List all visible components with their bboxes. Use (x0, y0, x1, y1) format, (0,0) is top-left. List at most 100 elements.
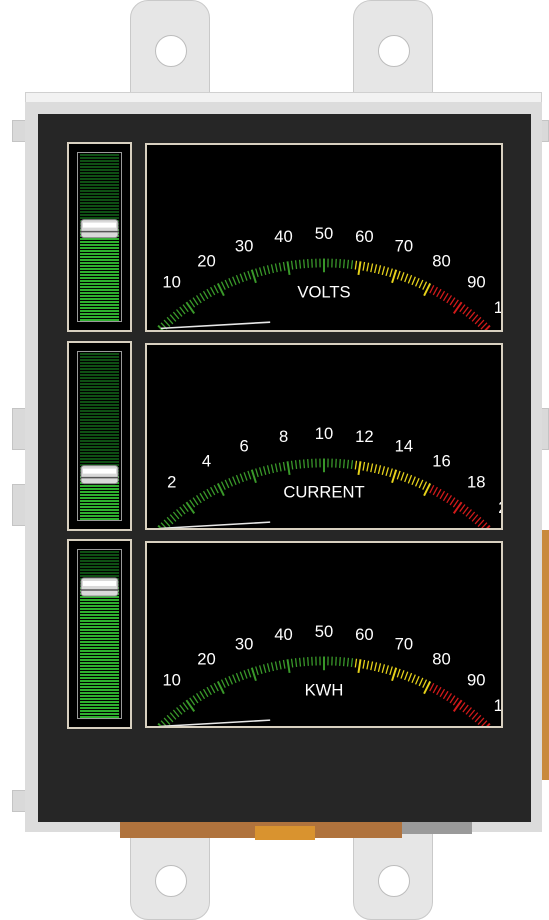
meter-label: CURRENT (283, 483, 364, 502)
slider-bar (80, 428, 119, 430)
scale-tick (258, 267, 263, 277)
scale-tick (391, 469, 398, 484)
slider-bar (80, 250, 119, 252)
slider-bar (80, 509, 119, 511)
meter-needle (160, 521, 271, 528)
slider-bar (80, 398, 119, 400)
scale-tick (377, 265, 382, 275)
scale-tick (192, 297, 199, 306)
scale-tick (400, 670, 405, 679)
slider-bar (80, 602, 119, 604)
scale-tick (396, 470, 401, 480)
scale-tick (468, 709, 476, 718)
scale-label: 2 (167, 472, 176, 491)
slider-bar (80, 668, 119, 670)
slider-bar (80, 289, 119, 291)
slider-bar (80, 446, 119, 448)
slider-bar (80, 512, 119, 514)
scale-tick (407, 474, 413, 484)
scale-tick (415, 278, 420, 287)
scale-tick (160, 522, 167, 528)
mounting-hole (378, 35, 410, 67)
scale-tick (232, 476, 237, 486)
scale-tick (477, 717, 485, 725)
slider-bar (80, 557, 119, 559)
scale-tick (220, 281, 226, 290)
scale-tick (243, 472, 248, 481)
scale-tick (377, 663, 382, 673)
slider-track[interactable] (77, 351, 122, 521)
slider-track[interactable] (77, 549, 122, 719)
slider-bar (80, 605, 119, 607)
slider-current[interactable] (67, 341, 132, 531)
scale-tick (339, 259, 341, 268)
slider-bar (80, 455, 119, 457)
scale-label: 100 (494, 298, 501, 317)
scale-tick (462, 306, 469, 315)
scale-tick (232, 276, 237, 286)
slider-bars (80, 551, 119, 718)
slider-bar (80, 253, 119, 255)
slider-bar (80, 313, 119, 315)
slider-kwh[interactable] (67, 539, 132, 729)
scale-tick (474, 316, 482, 325)
slider-bar (80, 650, 119, 652)
slider-bar (80, 704, 119, 706)
scale-tick (239, 273, 244, 283)
scale-tick (228, 478, 234, 487)
scale-tick (411, 674, 416, 684)
slider-knob-highlight (83, 222, 116, 228)
slider-bar (80, 277, 119, 279)
scale-tick (449, 297, 456, 306)
scale-tick (286, 261, 291, 276)
slider-bar (80, 686, 119, 688)
slider-bar (80, 422, 119, 424)
scale-tick (446, 295, 453, 304)
scale-tick (452, 697, 459, 706)
scale-tick (439, 490, 446, 500)
scale-tick (176, 707, 183, 715)
slider-bar (80, 368, 119, 370)
scale-tick (404, 671, 409, 681)
scale-tick (396, 270, 401, 280)
slider-bar (80, 410, 119, 412)
slider-bar (80, 698, 119, 700)
scale-label: 50 (315, 622, 334, 641)
scale-tick (262, 664, 267, 673)
slider-bar (80, 617, 119, 619)
scale-label: 16 (432, 452, 450, 471)
slider-bar (80, 175, 119, 177)
scale-label: 70 (395, 634, 414, 653)
scale-tick (176, 309, 183, 317)
scale-tick (481, 522, 488, 528)
slider-bars (80, 353, 119, 520)
scale-tick (468, 511, 476, 520)
scale-tick (298, 259, 302, 269)
scale-tick (282, 261, 286, 271)
slider-bar (80, 461, 119, 463)
scale-tick (243, 272, 248, 281)
scale-label: 20 (498, 498, 501, 517)
slider-bar (80, 662, 119, 664)
scale-tick (195, 693, 202, 702)
slider-bar (80, 365, 119, 367)
meter-needle (160, 719, 271, 726)
scale-tick (477, 519, 485, 527)
scale-tick (195, 495, 202, 504)
scale-tick (206, 686, 212, 696)
slider-bar (80, 656, 119, 658)
scale-tick (303, 459, 306, 469)
scale-tick (274, 263, 278, 273)
slider-bar (80, 214, 119, 216)
scale-tick (404, 473, 409, 483)
slider-bar (80, 268, 119, 270)
meter-volts: 0102030405060708090100VOLTS (145, 143, 503, 332)
meter-label: VOLTS (297, 283, 350, 302)
slider-track[interactable] (77, 152, 122, 322)
scale-tick (459, 504, 466, 513)
slider-volts[interactable] (67, 142, 132, 332)
scale-tick (459, 702, 466, 711)
flex-cable-edge (542, 530, 549, 780)
meter-label: KWH (305, 681, 344, 700)
slider-bar (80, 635, 119, 637)
